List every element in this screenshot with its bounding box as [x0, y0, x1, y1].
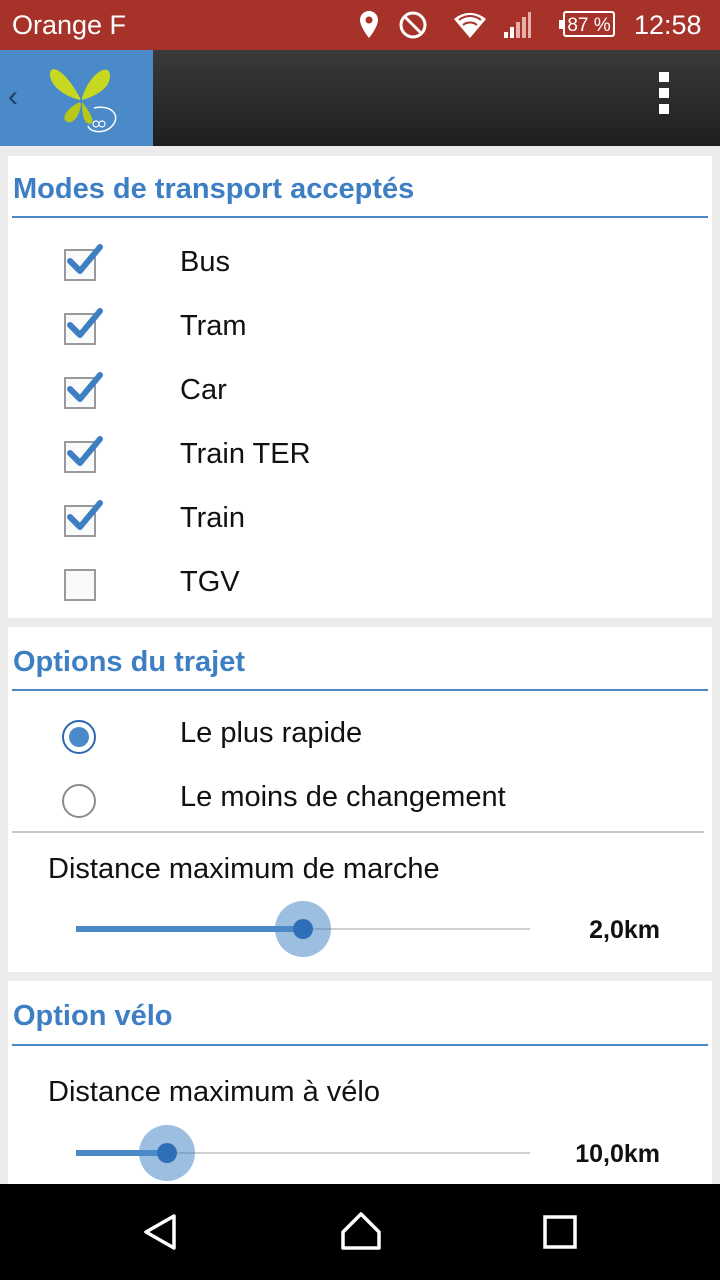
home-icon[interactable] — [338, 1208, 384, 1254]
transport-section-title: Modes de transport acceptés — [13, 173, 415, 205]
radio-button[interactable] — [62, 784, 96, 818]
bike-section-title: Option vélo — [13, 1000, 173, 1032]
transport-mode-label[interactable]: Car — [180, 374, 227, 407]
section-divider — [12, 1044, 708, 1046]
app-bar: ‹ — [0, 50, 720, 146]
navigation-bar — [0, 1184, 720, 1280]
home-up-button[interactable]: ‹ — [0, 50, 153, 146]
slider-thumb[interactable] — [293, 919, 313, 939]
walk-distance-slider[interactable] — [76, 901, 530, 957]
checkbox[interactable] — [64, 308, 103, 345]
back-chevron-icon: ‹ — [8, 80, 18, 113]
bike-distance-label: Distance maximum à vélo — [48, 1076, 380, 1108]
check-icon — [67, 244, 103, 274]
slider-thumb[interactable] — [157, 1143, 177, 1163]
battery-indicator: 87 % — [559, 11, 615, 37]
signal-icon — [502, 10, 532, 40]
section-divider — [12, 689, 708, 691]
overflow-menu-icon[interactable] — [646, 72, 682, 124]
clock: 12:58 — [634, 10, 702, 40]
check-icon — [67, 308, 103, 338]
checkbox[interactable] — [64, 372, 103, 409]
radio-button[interactable] — [62, 720, 96, 754]
butterfly-logo-icon — [50, 69, 117, 133]
carrier-name: Orange F — [12, 10, 127, 40]
section-divider — [12, 216, 708, 218]
status-bar: Orange F 87 % 12:58 — [0, 0, 720, 50]
transport-mode-label[interactable]: Tram — [180, 310, 247, 343]
trip-options-card: Options du trajet Le plus rapide Le moins… — [8, 627, 712, 972]
transport-modes-card: Modes de transport acceptés Bus Tram Car Tr… — [8, 156, 712, 618]
back-icon[interactable] — [140, 1212, 180, 1252]
slider-fill — [76, 926, 303, 932]
do-not-disturb-icon — [398, 10, 428, 40]
bike-option-card: Option vélo Distance maximum à vélo 10,0… — [8, 981, 712, 1184]
checkbox[interactable] — [64, 569, 96, 601]
transport-mode-label[interactable]: Train TER — [180, 438, 311, 471]
transport-mode-label[interactable]: Train — [180, 502, 245, 535]
bike-distance-value: 10,0km — [575, 1140, 660, 1168]
checkbox[interactable] — [64, 244, 103, 281]
check-icon — [67, 372, 103, 402]
transport-mode-label[interactable]: TGV — [180, 566, 240, 599]
bike-distance-slider[interactable] — [76, 1125, 530, 1181]
trip-section-title: Options du trajet — [13, 646, 245, 678]
checkbox[interactable] — [64, 500, 103, 537]
recents-icon[interactable] — [542, 1214, 578, 1250]
transport-mode-label[interactable]: Bus — [180, 246, 230, 279]
wifi-icon — [452, 10, 488, 40]
options-divider — [12, 831, 704, 833]
trip-option-label[interactable]: Le plus rapide — [180, 717, 362, 750]
checkbox[interactable] — [64, 436, 103, 473]
trip-option-label[interactable]: Le moins de changement — [180, 781, 506, 814]
check-icon — [67, 500, 103, 530]
walk-distance-value: 2,0km — [589, 916, 660, 944]
walk-distance-label: Distance maximum de marche — [48, 853, 440, 885]
check-icon — [67, 436, 103, 466]
location-icon — [358, 10, 380, 40]
